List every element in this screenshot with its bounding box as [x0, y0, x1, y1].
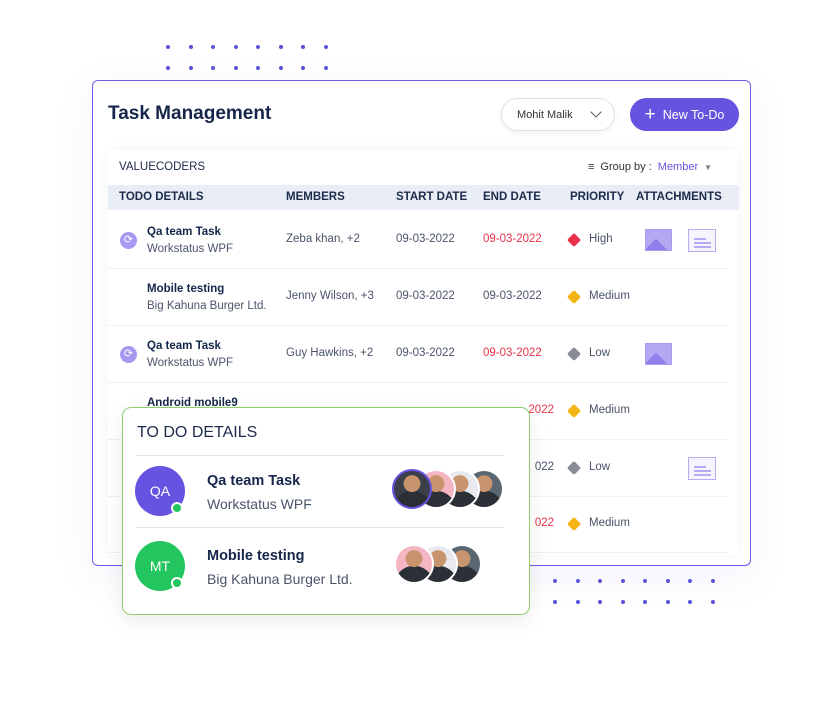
- dot: [233, 45, 238, 49]
- dot: [688, 600, 692, 604]
- dot: [211, 45, 215, 49]
- dot: [598, 579, 602, 583]
- start-date: 09-03-2022: [396, 347, 455, 359]
- todo-name[interactable]: Mobile testing: [207, 548, 304, 564]
- task-members: Jenny Wilson, +3: [286, 290, 374, 302]
- task-name[interactable]: Qa team Task: [147, 340, 221, 352]
- organization-name: VALUECODERS: [119, 161, 206, 173]
- decorative-dots-bottom: [553, 579, 717, 604]
- dot: [278, 66, 283, 70]
- dot: [301, 45, 305, 49]
- task-members: Guy Hawkins, +2: [286, 347, 374, 359]
- column-header[interactable]: END DATE: [483, 191, 541, 203]
- member-avatar[interactable]: [394, 544, 434, 584]
- task-company: Workstatus WPF: [147, 243, 234, 255]
- plus-icon: +: [644, 104, 656, 125]
- sync-icon: ⟳: [120, 346, 137, 363]
- task-name[interactable]: Mobile testing: [147, 283, 224, 295]
- page-title: Task Management: [108, 103, 272, 124]
- dot: [643, 579, 647, 583]
- end-date: 022: [534, 461, 554, 473]
- dot: [598, 600, 602, 604]
- image-attachment-icon[interactable]: [645, 343, 672, 365]
- sync-icon: ⟳: [120, 232, 137, 249]
- dot: [166, 45, 170, 49]
- chevron-down-icon: [590, 106, 602, 118]
- image-attachment-icon[interactable]: [645, 229, 672, 251]
- dot: [301, 66, 305, 70]
- dot: [278, 45, 283, 49]
- dot: [688, 579, 692, 583]
- todo-company: Workstatus WPF: [207, 496, 312, 512]
- dot: [665, 579, 670, 583]
- dot: [323, 45, 328, 49]
- online-status-dot: [171, 502, 183, 514]
- priority-label: Low: [589, 461, 611, 473]
- document-attachment-icon[interactable]: [688, 457, 716, 480]
- dot: [166, 66, 170, 70]
- dot: [323, 66, 328, 70]
- todo-details-title: TO DO DETAILS: [137, 424, 258, 441]
- user-select[interactable]: Mohit Malik: [501, 98, 615, 131]
- priority-label: High: [589, 233, 613, 245]
- dot: [188, 66, 193, 70]
- decorative-dots-top: [166, 45, 330, 70]
- dot: [233, 66, 238, 70]
- start-date: 09-03-2022: [396, 290, 455, 302]
- group-by-control[interactable]: ≡ Group by : Member ▼: [588, 161, 712, 173]
- todo-company: Big Kahuna Burger Ltd.: [207, 571, 353, 587]
- new-todo-button[interactable]: + New To-Do: [630, 98, 739, 131]
- column-header[interactable]: TODO DETAILS: [119, 191, 204, 203]
- divider: [136, 455, 504, 456]
- priority-label: Medium: [589, 404, 630, 416]
- priority-label: Medium: [589, 517, 630, 529]
- new-todo-label: New To-Do: [662, 107, 725, 122]
- end-date: 09-03-2022: [483, 347, 542, 359]
- dot: [620, 600, 625, 604]
- dot: [188, 45, 193, 49]
- user-select-value: Mohit Malik: [517, 108, 573, 121]
- dot: [256, 45, 260, 49]
- priority-label: Low: [589, 347, 611, 359]
- dot: [665, 600, 670, 604]
- end-date: 022: [534, 517, 554, 529]
- member-avatar[interactable]: [392, 469, 432, 509]
- column-header[interactable]: PRIORITY: [570, 191, 624, 203]
- caret-down-icon: ▼: [704, 162, 713, 172]
- divider: [136, 527, 504, 528]
- end-date: 2022: [528, 404, 554, 416]
- dot: [643, 600, 647, 604]
- dot: [575, 579, 580, 583]
- dot: [553, 600, 557, 604]
- end-date: 09-03-2022: [483, 290, 542, 302]
- dot: [211, 66, 215, 70]
- group-by-label: Group by :: [600, 161, 652, 173]
- task-company: Workstatus WPF: [147, 357, 234, 369]
- priority-label: Medium: [589, 290, 630, 302]
- column-header[interactable]: ATTACHMENTS: [636, 191, 722, 203]
- filter-lines-icon: ≡: [588, 161, 595, 173]
- end-date: 09-03-2022: [483, 233, 542, 245]
- task-members: Zeba khan, +2: [286, 233, 360, 245]
- task-name[interactable]: Qa team Task: [147, 226, 221, 238]
- column-header[interactable]: MEMBERS: [286, 191, 345, 203]
- column-header[interactable]: START DATE: [396, 191, 467, 203]
- online-status-dot: [171, 577, 183, 589]
- dot: [256, 66, 260, 70]
- dot: [620, 579, 625, 583]
- start-date: 09-03-2022: [396, 233, 455, 245]
- group-by-value: Member: [657, 161, 699, 173]
- document-attachment-icon[interactable]: [688, 229, 716, 252]
- dot: [710, 579, 715, 583]
- task-company: Big Kahuna Burger Ltd.: [147, 300, 267, 312]
- dot: [575, 600, 580, 604]
- todo-name[interactable]: Qa team Task: [207, 473, 300, 489]
- dot: [710, 600, 715, 604]
- dot: [553, 579, 557, 583]
